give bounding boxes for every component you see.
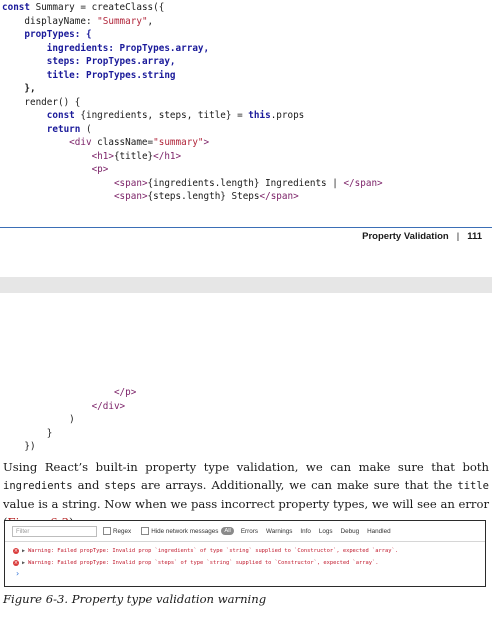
code-tag: <p> (91, 164, 109, 175)
code-text: .props (270, 110, 305, 121)
level-filter-debug[interactable]: Debug (341, 528, 360, 535)
error-icon: × (13, 559, 19, 566)
page-break (0, 277, 492, 293)
code-tag: <h1> (91, 150, 114, 162)
expand-triangle-icon[interactable]: ▶ (22, 558, 25, 569)
code-prop-type: PropTypes.array, (113, 42, 210, 54)
code-text: propTypes: { (24, 29, 92, 40)
code-text: displayName: (24, 15, 92, 27)
level-filter-logs[interactable]: Logs (319, 528, 333, 535)
footer-page-number: 111 (467, 231, 482, 242)
code-text: }) (24, 441, 36, 452)
figure-caption: Figure 6-3. Property type validation war… (3, 592, 267, 606)
regex-label: Regex (113, 527, 132, 535)
code-text: {steps.length} Steps (147, 191, 260, 202)
code-keyword: const (46, 110, 75, 121)
level-filter-handled[interactable]: Handled (367, 528, 390, 535)
code-text: {ingredients.length} Ingredients | (147, 177, 344, 189)
code-tag: <div (69, 137, 92, 148)
code-text: ( (80, 123, 92, 135)
code-string: "Summary" (97, 15, 148, 27)
console-prompt-icon[interactable]: › (16, 569, 19, 578)
error-icon: × (13, 547, 19, 554)
code-text: }, (24, 83, 36, 94)
inline-code: ingredi­ents (3, 480, 73, 492)
regex-checkbox[interactable] (103, 527, 111, 535)
code-keyword: return (46, 123, 81, 135)
code-tag: </p> (113, 387, 137, 398)
code-tag: </h1> (153, 150, 182, 162)
console-message: Warning: Failed propType: Invalid prop `… (28, 560, 379, 566)
running-footer: Property Validation | 111 (362, 231, 482, 242)
code-tag: </span> (259, 191, 299, 202)
code-prop: steps: (46, 56, 81, 67)
code-listing-bottom: </p> </div> ) } }) (2, 386, 136, 454)
code-string: "summary" (153, 137, 204, 148)
level-filter-warnings[interactable]: Warnings (266, 528, 292, 535)
page-footer-rule (0, 227, 492, 228)
code-tag: <span> (113, 177, 148, 189)
code-listing-top: const Summary = createClass({ displayNam… (2, 1, 383, 204)
browser-console-screenshot: Filter Regex Hide network messages All E… (4, 520, 486, 587)
hide-network-label: Hide network messages (151, 527, 219, 535)
level-filter-errors[interactable]: Errors (241, 528, 258, 535)
console-filter-input[interactable]: Filter (12, 525, 97, 537)
code-attr: className= (91, 137, 154, 148)
code-tag: > (203, 137, 210, 148)
code-text: Summary = createClass({ (30, 2, 165, 13)
code-text: {title} (113, 150, 154, 162)
code-prop-type: PropTypes.string (80, 69, 176, 81)
code-text: } (46, 427, 53, 439)
body-text-run: Using React’s built-in property type val… (3, 460, 489, 474)
console-message: Warning: Failed propType: Invalid prop `… (28, 548, 398, 554)
code-prop: title: (46, 69, 81, 81)
code-text: {ingredients, steps, title} = (74, 110, 249, 121)
code-text: render() { (24, 96, 81, 108)
body-text-run: are arrays. Additionally, we can make su… (136, 478, 458, 492)
code-tag: <span> (113, 191, 148, 202)
inline-code: steps (104, 480, 137, 492)
level-filter-info[interactable]: Info (300, 528, 311, 535)
code-keyword: this (248, 110, 271, 121)
code-text: , (147, 15, 154, 27)
footer-section-title: Property Validation (362, 231, 449, 242)
inline-code: title (457, 480, 489, 492)
console-toolbar: Filter Regex Hide network messages All E… (5, 521, 485, 542)
code-tag: </span> (343, 177, 383, 189)
code-keyword: const (2, 2, 30, 13)
code-prop-type: PropTypes.array, (80, 56, 176, 67)
footer-separator: | (456, 231, 460, 242)
body-text-run: and (72, 478, 105, 492)
all-levels-badge[interactable]: All (221, 527, 234, 535)
code-prop: ingredients: (46, 42, 114, 54)
expand-triangle-icon[interactable]: ▶ (22, 546, 25, 557)
console-error-row[interactable]: × ▶ Warning: Failed propType: Invalid prop… (5, 558, 485, 569)
code-text: ) (69, 414, 75, 425)
code-tag: </div> (91, 400, 126, 412)
console-error-row[interactable]: × ▶ Warning: Failed propType: Invalid prop… (5, 546, 485, 557)
hide-network-checkbox[interactable] (141, 527, 150, 535)
